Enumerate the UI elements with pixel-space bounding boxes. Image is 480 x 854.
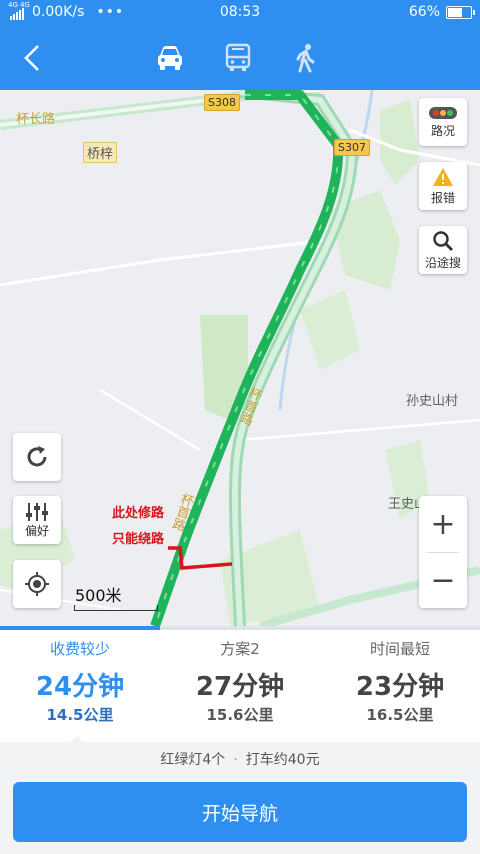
- mode-bus-tab[interactable]: [218, 40, 258, 76]
- zoom-control: + −: [419, 496, 467, 608]
- zoom-out-button[interactable]: −: [419, 552, 467, 608]
- mode-car-tab[interactable]: [150, 40, 190, 76]
- traffic-light-icon: [429, 106, 457, 119]
- route-tag: 收费较少: [49, 640, 110, 658]
- place-label-sunshishan: 孙史山村: [406, 394, 459, 409]
- route-option-1[interactable]: 收费较少 24分钟 14.5公里: [0, 630, 160, 743]
- traffic-label: 路况: [430, 123, 455, 138]
- route-time: 24分钟: [35, 672, 125, 702]
- traffic-button[interactable]: 路况: [419, 98, 467, 146]
- place-label-qiaozi: 桥梓: [83, 142, 118, 163]
- route-option-3[interactable]: 时间最短 23分钟 16.5公里: [320, 630, 480, 742]
- chevron-left-icon: [24, 45, 39, 71]
- preference-label: 偏好: [24, 523, 49, 538]
- search-along-button[interactable]: 沿途搜: [419, 226, 467, 274]
- route-tag: 方案2: [220, 640, 260, 658]
- bus-icon: [225, 43, 251, 71]
- search-icon: [433, 230, 453, 251]
- road-shield-s308: S308: [204, 94, 240, 111]
- annotation-line-2: 只能绕路: [112, 532, 165, 547]
- locate-icon: [25, 572, 49, 596]
- route-tag: 时间最短: [369, 640, 430, 658]
- route-time: 23分钟: [355, 672, 445, 702]
- status-right: 66%: [408, 4, 475, 20]
- status-bar: 4G 4G 0.00K/s ••• 08:53 66%: [0, 0, 480, 26]
- zoom-in-button[interactable]: +: [419, 496, 467, 552]
- road-shield-s307: S307: [334, 139, 370, 156]
- refresh-icon: [27, 446, 47, 467]
- route-time: 27分钟: [195, 672, 285, 702]
- search-along-label: 沿途搜: [424, 255, 461, 270]
- back-button[interactable]: [10, 38, 54, 78]
- mode-walk-tab[interactable]: [286, 40, 326, 76]
- annotation-line-1: 此处修路: [112, 506, 165, 521]
- traffic-lights-count: 红绿灯4个: [160, 752, 226, 768]
- start-navigation-button[interactable]: 开始导航: [13, 782, 467, 842]
- taxi-fare: 打车约40元: [245, 752, 320, 768]
- report-label: 报错: [430, 190, 455, 205]
- route-options: 收费较少 24分钟 14.5公里 方案2 27分钟 15.6公里 时间最短 23…: [0, 630, 480, 743]
- battery-icon: [446, 5, 475, 19]
- route-distance: 16.5公里: [366, 706, 434, 724]
- map-base: [0, 90, 480, 626]
- sliders-icon: [26, 502, 48, 521]
- route-info: 红绿灯4个 · 打车约40元: [0, 742, 480, 778]
- bottom-bar: 开始导航: [0, 778, 480, 854]
- car-icon: [158, 46, 182, 70]
- route-option-2[interactable]: 方案2 27分钟 15.6公里: [160, 630, 320, 742]
- locate-button[interactable]: [13, 560, 61, 608]
- battery-percent: 66%: [408, 4, 440, 20]
- preference-button[interactable]: 偏好: [13, 496, 61, 544]
- walk-icon: [296, 44, 315, 73]
- route-distance: 15.6公里: [206, 706, 274, 724]
- header: [0, 26, 480, 90]
- map-view[interactable]: 杯长路 桥梓 S308 S307 杯首路 杯首路 孙史山村 王史山村 此处修路 …: [0, 90, 480, 626]
- route-distance: 14.5公里: [46, 706, 114, 724]
- scale-bar: [74, 605, 158, 611]
- road-label-west: 杯长路: [16, 112, 56, 127]
- refresh-button[interactable]: [13, 433, 61, 481]
- scale-label: 500米: [75, 586, 122, 605]
- report-error-button[interactable]: 报错: [419, 162, 467, 210]
- warning-icon: [433, 167, 453, 186]
